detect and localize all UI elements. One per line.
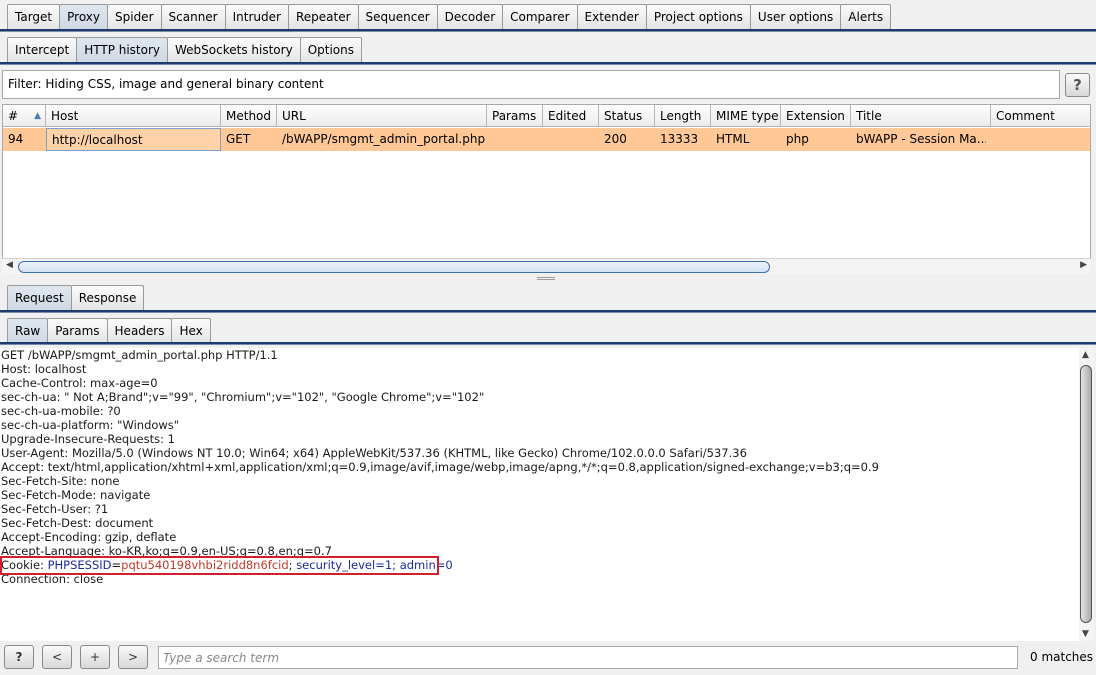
column-header-status[interactable]: Status xyxy=(599,105,655,127)
main-tab-underline xyxy=(0,29,1096,32)
header-line: Accept: text/html,application/xhtml+xml,… xyxy=(1,460,879,474)
cell-edited xyxy=(543,128,599,151)
column-header-method[interactable]: Method xyxy=(221,105,277,127)
tab-intercept[interactable]: Intercept xyxy=(7,37,78,63)
tab-comparer[interactable]: Comparer xyxy=(502,4,578,30)
cell-extension: php xyxy=(786,132,809,146)
cookie-value-admin: 0 xyxy=(445,558,453,572)
cell-host: http://localhost xyxy=(46,128,221,151)
tab-spider[interactable]: Spider xyxy=(107,4,162,30)
tab-user-options[interactable]: User options xyxy=(749,4,842,30)
message-tab-underline xyxy=(0,310,1096,313)
header-line: Sec-Fetch-Dest: document xyxy=(1,516,154,530)
view-tab-bar: Raw Params Headers Hex xyxy=(7,318,211,344)
editor-vertical-scrollbar[interactable]: ▲ ▼ xyxy=(1079,348,1094,641)
tab-raw[interactable]: Raw xyxy=(7,318,49,344)
tab-target[interactable]: Target xyxy=(7,4,61,30)
sort-ascending-icon: ▲ xyxy=(34,111,41,121)
header-line: sec-ch-ua: " Not A;Brand";v="99", "Chrom… xyxy=(1,390,485,404)
cookie-highlight-box xyxy=(0,556,439,575)
column-header-edited[interactable]: Edited xyxy=(543,105,599,127)
column-header-extension[interactable]: Extension xyxy=(781,105,851,127)
match-count: 0 matches xyxy=(1030,650,1094,664)
cell-number: 94 xyxy=(8,132,24,146)
next-match-button[interactable]: > xyxy=(118,645,148,669)
tab-project-options[interactable]: Project options xyxy=(645,4,751,30)
scroll-down-icon[interactable]: ▼ xyxy=(1082,629,1089,639)
cell-method: GET xyxy=(226,132,251,146)
table-header: # ▲ Host Method URL Params Edited Status… xyxy=(3,105,1090,127)
tab-sequencer[interactable]: Sequencer xyxy=(357,4,438,30)
main-tab-bar: Target Proxy Spider Scanner Intruder Rep… xyxy=(7,4,892,30)
previous-match-button[interactable]: < xyxy=(42,645,72,669)
header-line: Sec-Fetch-Site: none xyxy=(1,474,120,488)
scroll-left-icon[interactable]: ◀ xyxy=(6,260,13,270)
scrollbar-thumb[interactable] xyxy=(1080,365,1092,623)
header-line: Cache-Control: max-age=0 xyxy=(1,376,158,390)
tab-options[interactable]: Options xyxy=(299,37,362,63)
http-history-table: # ▲ Host Method URL Params Edited Status… xyxy=(2,104,1091,274)
column-header-mime-type[interactable]: MIME type xyxy=(711,105,781,127)
tab-decoder[interactable]: Decoder xyxy=(436,4,504,30)
tab-request[interactable]: Request xyxy=(7,285,72,311)
help-button[interactable]: ? xyxy=(1065,73,1090,97)
scrollbar-thumb[interactable] xyxy=(18,261,770,273)
view-tab-underline xyxy=(0,342,1096,345)
search-help-button[interactable]: ? xyxy=(4,645,34,669)
header-line: User-Agent: Mozilla/5.0 (Windows NT 10.0… xyxy=(1,446,747,460)
cell-title: bWAPP - Session Ma... xyxy=(856,132,986,146)
column-header-number[interactable]: # ▲ xyxy=(3,105,46,127)
header-line: Host: localhost xyxy=(1,362,87,376)
tab-scanner[interactable]: Scanner xyxy=(160,4,226,30)
header-line: Accept-Encoding: gzip, deflate xyxy=(1,530,177,544)
tab-alerts[interactable]: Alerts xyxy=(840,4,892,30)
tab-repeater[interactable]: Repeater xyxy=(287,4,359,30)
column-header-title[interactable]: Title xyxy=(851,105,991,127)
burp-suite-window: Target Proxy Spider Scanner Intruder Rep… xyxy=(0,0,1096,675)
column-header-comment[interactable]: Comment xyxy=(991,105,1090,127)
tab-headers[interactable]: Headers xyxy=(106,318,173,344)
cell-length: 13333 xyxy=(660,132,699,146)
table-row[interactable]: 94 http://localhost GET /bWAPP/smgmt_adm… xyxy=(3,128,1090,151)
cell-status: 200 xyxy=(604,132,627,146)
add-search-button[interactable]: + xyxy=(80,645,110,669)
header-line: Sec-Fetch-Mode: navigate xyxy=(1,488,151,502)
header-line: sec-ch-ua-mobile: ?0 xyxy=(1,404,121,418)
tab-proxy[interactable]: Proxy xyxy=(59,4,108,30)
history-filter-bar[interactable]: Filter: Hiding CSS, image and general bi… xyxy=(2,70,1060,99)
table-horizontal-scrollbar[interactable]: ◀ ▶ xyxy=(2,258,1091,274)
column-header-url[interactable]: URL xyxy=(277,105,487,127)
cell-params xyxy=(487,128,543,151)
proxy-tab-underline xyxy=(0,62,1096,65)
column-header-params[interactable]: Params xyxy=(487,105,543,127)
raw-request-editor[interactable]: GET /bWAPP/smgmt_admin_portal.php HTTP/1… xyxy=(0,348,1079,641)
header-line: sec-ch-ua-platform: "Windows" xyxy=(1,418,180,432)
column-header-length[interactable]: Length xyxy=(655,105,711,127)
header-line: Sec-Fetch-User: ?1 xyxy=(1,502,109,516)
search-input[interactable] xyxy=(158,646,1018,669)
scroll-up-icon[interactable]: ▲ xyxy=(1082,350,1089,360)
column-header-label: # xyxy=(8,109,19,123)
tab-intruder[interactable]: Intruder xyxy=(224,4,289,30)
tab-response[interactable]: Response xyxy=(70,285,145,311)
tab-params[interactable]: Params xyxy=(47,318,108,344)
cell-mime-type: HTML xyxy=(716,132,750,146)
scroll-right-icon[interactable]: ▶ xyxy=(1080,260,1087,270)
cell-comment xyxy=(991,128,1090,151)
header-line: Upgrade-Insecure-Requests: 1 xyxy=(1,432,175,446)
proxy-tab-bar: Intercept HTTP history WebSockets histor… xyxy=(7,37,362,63)
tab-websockets-history[interactable]: WebSockets history xyxy=(167,37,301,63)
request-line: GET /bWAPP/smgmt_admin_portal.php HTTP/1… xyxy=(1,348,278,362)
tab-hex[interactable]: Hex xyxy=(171,318,211,344)
cell-url: /bWAPP/smgmt_admin_portal.php xyxy=(282,132,486,146)
pane-splitter-handle[interactable] xyxy=(537,277,555,280)
tab-http-history[interactable]: HTTP history xyxy=(76,37,169,63)
tab-extender[interactable]: Extender xyxy=(576,4,647,30)
message-tab-bar: Request Response xyxy=(7,285,145,311)
column-header-host[interactable]: Host xyxy=(46,105,221,127)
